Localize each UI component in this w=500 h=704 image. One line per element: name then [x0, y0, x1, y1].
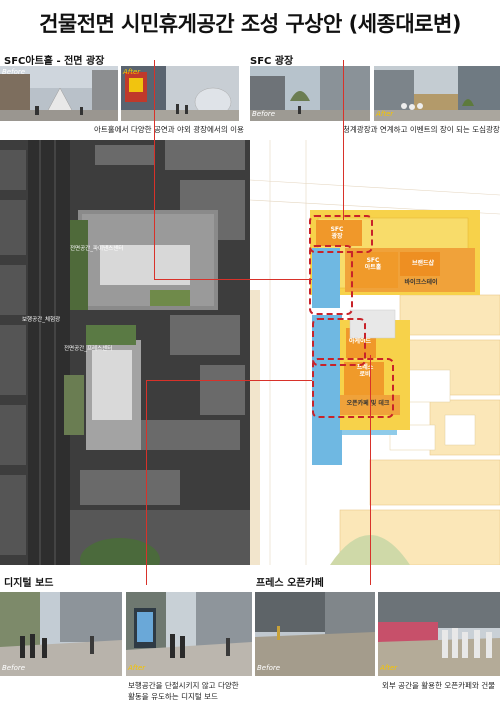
photo-open-cafe-before: Before — [255, 592, 375, 676]
plan-label-bike-station: 바이크스테이 — [404, 279, 438, 286]
connector-line — [154, 279, 312, 280]
aerial-label: 전면공간_프레스센터 — [64, 346, 113, 352]
connector-line — [370, 355, 371, 585]
photo-digital-board-before: Before — [0, 592, 122, 676]
before-tag: Before — [257, 664, 281, 672]
photo-digital-board-after: After — [126, 592, 252, 676]
after-tag: After — [123, 68, 141, 76]
before-tag: Before — [2, 664, 26, 672]
before-tag: Before — [2, 68, 26, 76]
connector-line — [146, 380, 147, 585]
caption-digital-board-2: 활동을 유도하는 디지털 보드 — [128, 692, 218, 701]
section-label-digital-board: 디지털 보드 — [4, 578, 54, 589]
caption-sfc-hall: 아트홀에서 다양한 공연과 야외 광장에서의 이용 — [94, 125, 244, 134]
section-label-sfc-hall: SFC아트홀 - 전면 광장 — [4, 56, 105, 67]
photo-sfc-hall-before: Before — [0, 66, 118, 121]
caption-digital-board-1: 보행공간을 단절시키지 않고 다양한 — [128, 681, 239, 690]
callout-box-sfc-hall — [309, 245, 353, 315]
plan-label-brand-shop: 브랜드샵 — [411, 260, 435, 267]
aerial-label: 보행공간_체험광 — [22, 317, 61, 323]
connector-line — [154, 60, 155, 280]
plan-label-sfc-arthall: SFC 아트홀 — [364, 257, 382, 271]
after-tag: After — [128, 664, 146, 672]
after-tag: After — [376, 110, 394, 118]
site-plan-map: SFC 광장 SFC 아트홀 브랜드샵 바이크스테이 아케이드 프레스 로비 오… — [250, 140, 500, 565]
aerial-label: 전면공간_파이낸스센터 — [70, 246, 124, 252]
photo-sfc-plaza-after: After — [374, 66, 500, 121]
aerial-photo-map: 전면공간_파이낸스센터 보행공간_체험광 전면공간_프레스센터 — [0, 140, 250, 565]
page-title: 건물전면 시민휴게공간 조성 구상안 (세종대로변) — [39, 12, 461, 36]
caption-open-cafe: 외부 공간을 활용한 오픈카페와 건물 — [382, 681, 496, 690]
section-label-open-cafe: 프레스 오픈카페 — [256, 578, 324, 589]
callout-box-open-cafe — [312, 358, 394, 418]
photo-sfc-plaza-before: Before — [250, 66, 370, 121]
photo-sfc-hall-after: After — [121, 66, 239, 121]
before-tag: Before — [252, 110, 276, 118]
after-tag: After — [380, 664, 398, 672]
photo-open-cafe-after: After — [378, 592, 500, 676]
connector-line — [343, 60, 344, 220]
section-label-sfc-plaza: SFC 광장 — [250, 56, 294, 67]
caption-sfc-plaza: 청계광장과 연계하고 이벤트의 장이 되는 도심광장 — [343, 125, 500, 134]
connector-line — [146, 380, 312, 381]
